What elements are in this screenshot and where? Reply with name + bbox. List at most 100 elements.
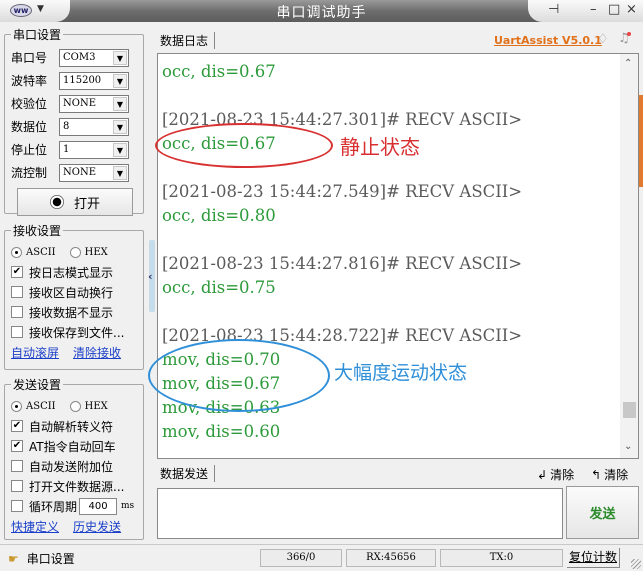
tx-links: 快捷定义 历史发送: [11, 516, 137, 536]
resize-grip[interactable]: [631, 559, 641, 569]
clear-receive-link[interactable]: 清除接收: [73, 344, 121, 361]
clear-tx-button[interactable]: ↰ 清除: [591, 466, 628, 483]
flow-select[interactable]: NONE ▼: [59, 163, 129, 182]
open-port-label: 打开: [73, 196, 100, 212]
tx-option-cycle: 循环周期 400 ms: [11, 496, 137, 516]
checkbox[interactable]: [11, 500, 23, 512]
auto-scroll-link[interactable]: 自动滚屏: [11, 344, 59, 361]
status-port[interactable]: ☛ 串口设置: [8, 550, 75, 567]
tx-option-file[interactable]: 打开文件数据源...: [11, 476, 137, 496]
scroll-down-icon[interactable]: ⌄: [624, 441, 632, 452]
open-port-button[interactable]: 打开: [17, 188, 133, 216]
rx-option-wrap[interactable]: 接收区自动换行: [11, 282, 137, 302]
diamond-icon[interactable]: ♢: [597, 32, 609, 47]
rx-links: 自动滚屏 清除接收: [11, 342, 137, 362]
baud-value: 115200: [63, 74, 102, 86]
minimize-button[interactable]: –: [590, 2, 597, 17]
rx-ascii-radio[interactable]: [11, 246, 22, 258]
log-data-line: occ, dis=0.80: [162, 206, 276, 225]
chevron-left-icon[interactable]: ‹: [148, 270, 153, 283]
cycle-period-input[interactable]: 400: [79, 497, 118, 515]
status-bar: ☛ 串口设置 366/0 RX:45656 TX:0 复位计数: [0, 544, 643, 571]
parity-select[interactable]: NONE ▼: [59, 94, 129, 113]
log-data-line: mov, dis=0.60: [162, 422, 281, 441]
port-select[interactable]: COM3 ▼: [59, 48, 129, 67]
scroll-thumb[interactable]: [623, 402, 636, 418]
maximize-button[interactable]: □: [608, 2, 620, 17]
baud-select[interactable]: 115200 ▼: [59, 71, 129, 90]
motion-annotation-ellipse: [148, 339, 330, 412]
tab-data-send[interactable]: 数据发送: [160, 465, 216, 482]
field-parity: 校验位 NONE ▼: [11, 92, 137, 115]
log-blank-line: [162, 228, 638, 252]
checkbox[interactable]: [11, 326, 23, 338]
checkbox-checked[interactable]: ✔: [11, 440, 23, 452]
tx-option-label: 打开文件数据源...: [29, 479, 125, 494]
tx-ascii-radio[interactable]: [11, 400, 22, 412]
checkbox[interactable]: [11, 306, 23, 318]
rx-option-save[interactable]: 接收保存到文件...: [11, 322, 137, 342]
databits-value: 8: [63, 120, 70, 132]
panel-splitter[interactable]: ‹: [148, 240, 155, 312]
chevron-down-icon[interactable]: ▼: [113, 165, 127, 180]
log-scrollbar[interactable]: ⌃ ⌄: [620, 54, 638, 458]
send-input[interactable]: [157, 488, 563, 539]
stopbits-select[interactable]: 1 ▼: [59, 140, 129, 159]
checkbox[interactable]: [11, 460, 23, 472]
tx-option-label: AT指令自动回车: [29, 439, 116, 454]
field-stopbits: 停止位 1 ▼: [11, 138, 137, 161]
rx-ascii-label: ASCII: [26, 246, 56, 258]
checkbox[interactable]: [11, 286, 23, 298]
static-annotation-ellipse: [155, 123, 333, 168]
stopbits-label: 停止位: [11, 143, 48, 157]
version-link[interactable]: UartAssist V5.0.1: [494, 34, 602, 47]
field-port: 串口号 COM3 ▼: [11, 46, 137, 69]
log-header-line: [2021-08-23 15:44:27.816]# RECV ASCII>: [162, 254, 523, 273]
title-bar: ww ▼ 串口调试助手 ⊣ – □ ×: [0, 0, 643, 22]
field-databits: 数据位 8 ▼: [11, 115, 137, 138]
tx-option-at-cr[interactable]: ✔ AT指令自动回车: [11, 436, 137, 456]
checkbox-checked[interactable]: ✔: [11, 266, 23, 278]
history-send-link[interactable]: 历史发送: [73, 518, 121, 535]
rx-hex-radio[interactable]: [69, 246, 81, 258]
flow-value: NONE: [63, 166, 96, 178]
scroll-up-icon[interactable]: ⌃: [624, 58, 632, 69]
databits-label: 数据位: [11, 120, 48, 134]
databits-select[interactable]: 8 ▼: [59, 117, 129, 136]
chevron-down-icon[interactable]: ▼: [113, 119, 127, 134]
tx-mode-row: ASCII HEX: [11, 396, 137, 416]
reset-count-button[interactable]: 复位计数: [567, 548, 620, 568]
tx-option-escape[interactable]: ✔ 自动解析转义符: [11, 416, 137, 436]
tab-data-log[interactable]: 数据日志: [160, 32, 216, 49]
checkbox-checked[interactable]: ✔: [11, 420, 23, 432]
clear-tx-label: 清除: [604, 468, 629, 482]
clear-rx-button[interactable]: ↲ 清除: [537, 466, 574, 483]
tx-option-append[interactable]: 自动发送附加位: [11, 456, 137, 476]
chevron-down-icon[interactable]: ▼: [113, 142, 127, 157]
rx-option-label: 接收数据不显示: [29, 305, 114, 320]
chevron-down-icon[interactable]: ▼: [113, 73, 127, 88]
motion-annotation-text: 大幅度运动状态: [334, 362, 468, 384]
window-controls: ⊣ – □ ×: [528, 0, 643, 22]
rx-option-hide[interactable]: 接收数据不显示: [11, 302, 137, 322]
tx-option-label: 自动发送附加位: [29, 459, 114, 474]
cycle-label: 循环周期: [29, 499, 78, 514]
send-button[interactable]: 发送: [566, 486, 639, 539]
checkbox[interactable]: [11, 480, 23, 492]
pin-icon[interactable]: ⊣: [548, 2, 559, 17]
log-header-line: [2021-08-23 15:44:27.549]# RECV ASCII>: [162, 182, 523, 201]
rx-option-log-mode[interactable]: ✔ 按日志模式显示: [11, 262, 137, 282]
bell-icon[interactable]: ♫: [618, 31, 631, 46]
tx-hex-label: HEX: [84, 400, 108, 412]
chevron-down-icon[interactable]: ▼: [113, 96, 127, 111]
close-button[interactable]: ×: [626, 2, 637, 17]
cycle-unit: ms: [121, 501, 135, 511]
rx-option-label: 接收区自动换行: [29, 285, 114, 300]
port-label: 串口号: [11, 51, 48, 65]
chevron-down-icon[interactable]: ▼: [113, 50, 127, 65]
shortcut-define-link[interactable]: 快捷定义: [11, 518, 59, 535]
tx-ascii-label: ASCII: [26, 400, 56, 412]
status-rx: RX:45656: [346, 549, 436, 567]
tx-hex-radio[interactable]: [69, 400, 81, 412]
rx-option-label: 按日志模式显示: [29, 265, 114, 280]
